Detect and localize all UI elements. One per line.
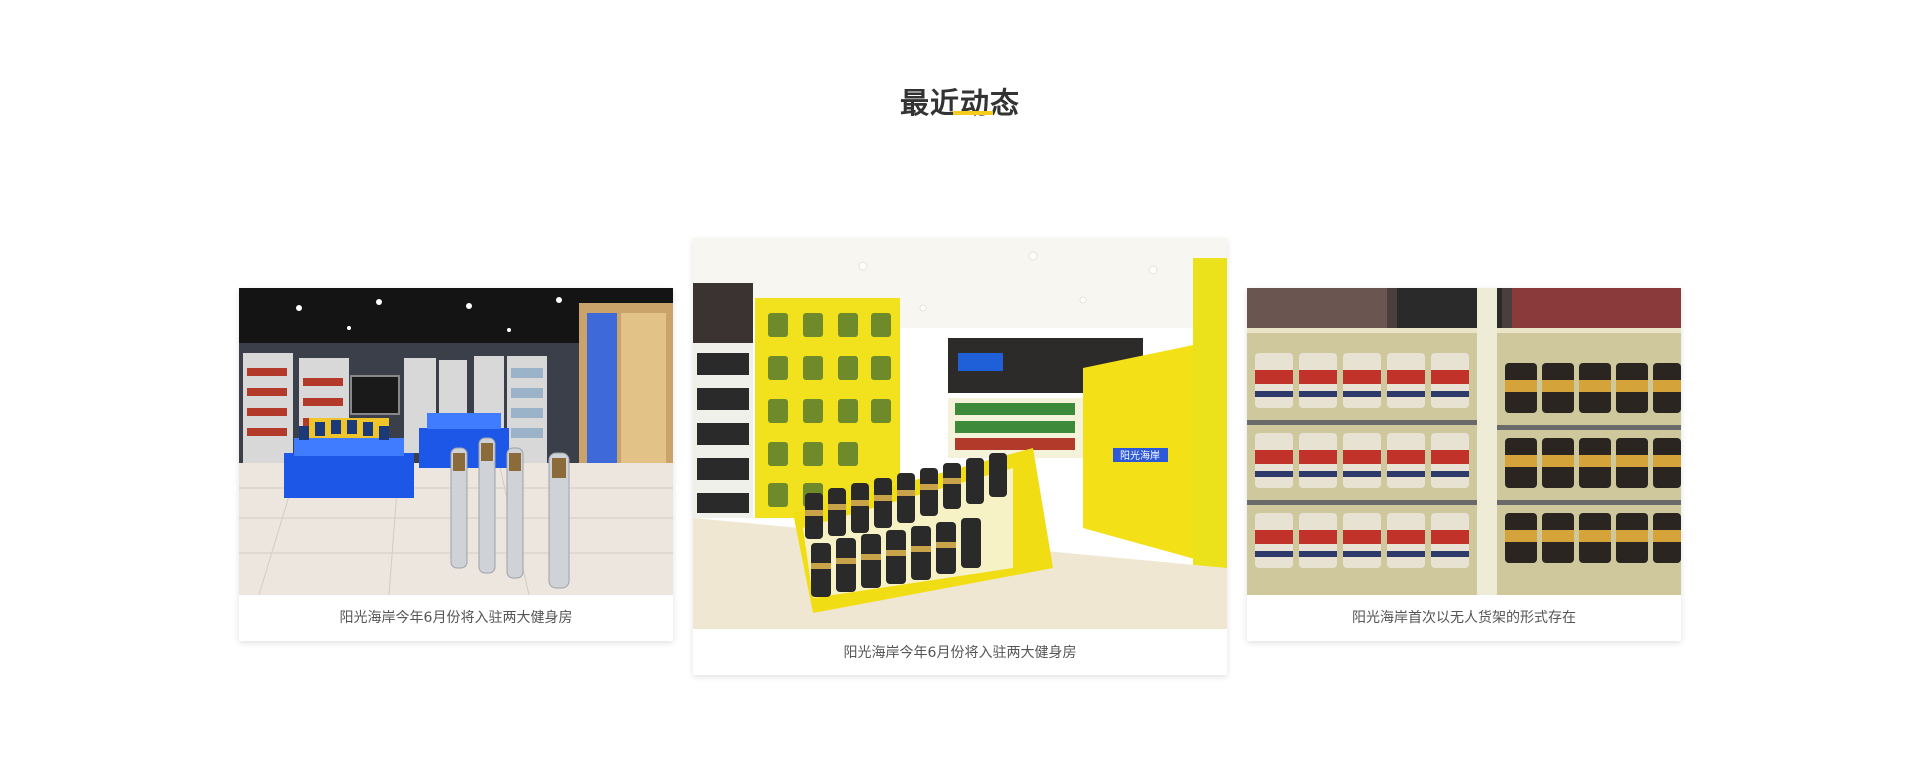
image-sign-text: 阳光海岸 — [1120, 449, 1160, 462]
news-caption[interactable]: 阳光海岸首次以无人货架的形式存在 — [1247, 607, 1681, 627]
news-caption[interactable]: 阳光海岸今年6月份将入驻两大健身房 — [693, 642, 1227, 662]
news-card-1[interactable]: 阳光海岸今年6月份将入驻两大健身房 — [239, 288, 673, 641]
news-card-2[interactable]: 阳光海岸 阳光海岸今年6月份将入驻两大健身房 — [693, 238, 1227, 675]
supplement-shelf-closeup-photo[interactable] — [1247, 288, 1681, 595]
news-caption[interactable]: 阳光海岸今年6月份将入驻两大健身房 — [239, 607, 673, 627]
section-title: 最近动态 — [899, 86, 1020, 121]
title-underline — [953, 111, 993, 115]
store-interior-yellow-shelves-photo[interactable]: 阳光海岸 — [693, 238, 1227, 629]
store-interior-blue-display-photo[interactable] — [239, 288, 673, 595]
news-card-3[interactable]: 阳光海岸首次以无人货架的形式存在 — [1247, 288, 1681, 641]
